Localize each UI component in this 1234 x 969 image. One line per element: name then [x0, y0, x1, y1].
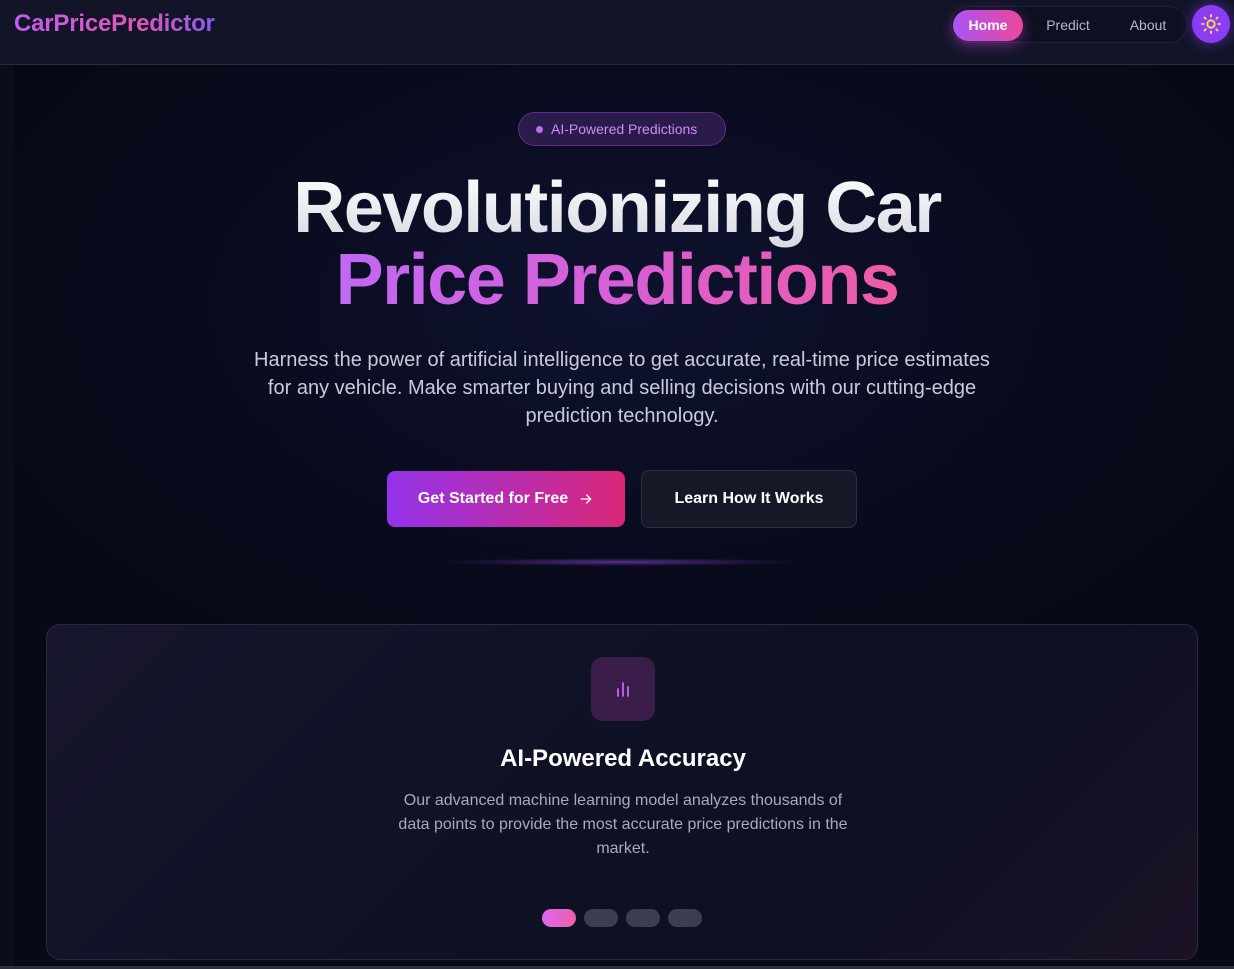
feature-description: Our advanced machine learning model anal…	[398, 792, 848, 857]
nav-item-about[interactable]: About	[1111, 10, 1185, 41]
learn-how-button[interactable]: Learn How It Works	[641, 470, 857, 528]
feature-carousel-card: AI-Powered Accuracy Our advanced machine…	[46, 624, 1198, 960]
hero-title-highlight: Price Predictions	[335, 240, 900, 320]
carousel-dot-1[interactable]	[542, 909, 576, 927]
carousel-dot-4[interactable]	[668, 909, 702, 927]
top-navbar: CarPricePredictor Home Predict About	[0, 0, 1234, 65]
learn-how-label: Learn How It Works	[674, 490, 824, 507]
brand-logo[interactable]: CarPricePredictor	[14, 10, 215, 38]
get-started-button[interactable]: Get Started for Free	[387, 471, 625, 527]
badge-label: AI-Powered Predictions	[551, 121, 698, 137]
carousel-dot-2[interactable]	[584, 909, 618, 927]
carousel-dot-3[interactable]	[626, 909, 660, 927]
bar-chart-icon	[617, 682, 629, 697]
hero-subtitle: Harness the power of artificial intellig…	[254, 349, 990, 427]
feature-icon-tile	[591, 657, 655, 721]
badge-dot-icon	[536, 126, 543, 133]
nav-menu: Home Predict About	[950, 6, 1188, 43]
nav-item-predict[interactable]: Predict	[1031, 10, 1105, 41]
hero-title-line1: Revolutionizing Car	[0, 168, 1234, 248]
nav-item-home[interactable]: Home	[953, 10, 1023, 41]
ai-badge: AI-Powered Predictions	[518, 112, 726, 146]
theme-toggle-button[interactable]	[1192, 5, 1230, 43]
feature-title: AI-Powered Accuracy	[500, 745, 746, 772]
sun-icon	[1200, 13, 1222, 35]
hero-title-line2: Price Predictions	[0, 240, 1234, 320]
get-started-label: Get Started for Free	[417, 490, 569, 507]
decorative-glow	[440, 558, 800, 566]
arrow-right-icon	[580, 494, 592, 504]
carousel-indicators	[542, 909, 704, 927]
